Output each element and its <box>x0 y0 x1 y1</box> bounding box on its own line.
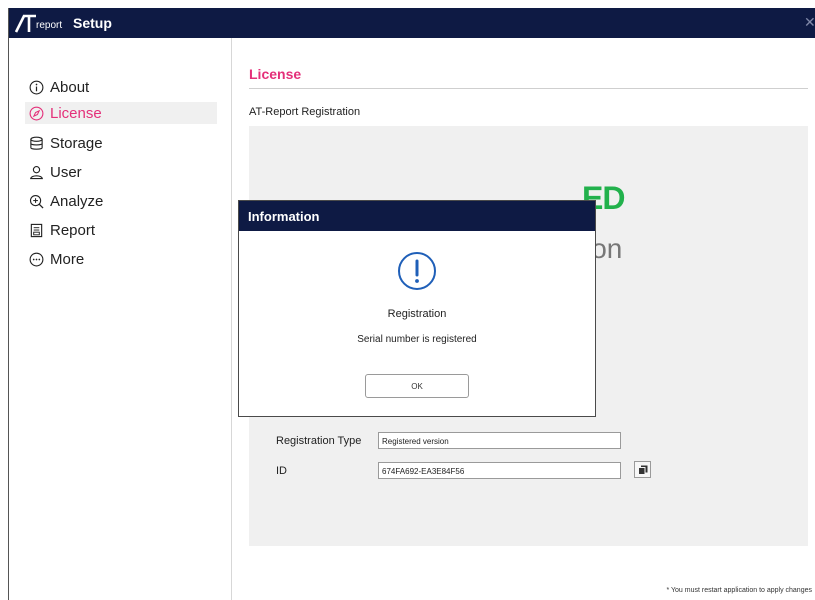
sidebar-item-label: Analyze <box>50 192 104 210</box>
report-icon <box>28 222 45 239</box>
zoom-icon <box>28 193 45 210</box>
window-title: Setup <box>73 15 112 31</box>
compass-icon <box>28 105 45 122</box>
sidebar-item-label: About <box>50 78 90 96</box>
ok-button[interactable]: OK <box>365 374 469 398</box>
sidebar-item-storage[interactable]: Storage <box>25 132 217 154</box>
copy-button[interactable] <box>634 461 651 478</box>
user-icon <box>28 164 45 181</box>
sidebar-item-analyze[interactable]: Analyze <box>25 190 217 212</box>
sidebar-item-more[interactable]: More <box>25 248 217 270</box>
sidebar-item-label: License <box>50 104 102 122</box>
dialog-header: Information <box>239 201 595 231</box>
dialog-heading: Registration <box>387 308 447 320</box>
registration-subheading: AT-Report Registration <box>249 106 361 118</box>
title-divider <box>249 88 808 89</box>
title-bar: report Setup ✕ <box>9 8 815 38</box>
sidebar-item-label: User <box>50 163 82 181</box>
sidebar-item-label: Report <box>50 221 96 239</box>
logo-text: report <box>36 20 63 31</box>
info-icon <box>28 79 45 96</box>
close-icon[interactable]: ✕ <box>804 14 815 30</box>
sidebar: About License Storage User Analyze Repor… <box>9 38 232 600</box>
sidebar-item-label: More <box>50 250 85 268</box>
dialog-title: Information <box>248 209 320 224</box>
sidebar-item-about[interactable]: About <box>25 76 217 98</box>
sidebar-item-report[interactable]: Report <box>25 219 217 241</box>
registration-type-label: Registration Type <box>276 435 362 447</box>
restart-footnote: * You must restart application to apply … <box>666 587 812 594</box>
exclamation-icon <box>398 252 436 290</box>
sidebar-item-user[interactable]: User <box>25 161 217 183</box>
dialog-message: Serial number is registered <box>357 334 477 345</box>
id-field[interactable]: 674FA692-EA3E84F56 <box>378 462 621 479</box>
information-dialog: Information Registration Serial number i… <box>238 200 596 417</box>
registration-type-field[interactable]: Registered version <box>378 432 621 449</box>
database-icon <box>28 135 45 152</box>
page-title: License <box>249 66 302 82</box>
more-icon <box>28 251 45 268</box>
at-logo-icon <box>15 14 36 33</box>
sidebar-item-label: Storage <box>50 134 103 152</box>
copy-icon <box>637 465 647 475</box>
id-label: ID <box>276 465 287 477</box>
sidebar-item-license[interactable]: License <box>25 102 217 124</box>
